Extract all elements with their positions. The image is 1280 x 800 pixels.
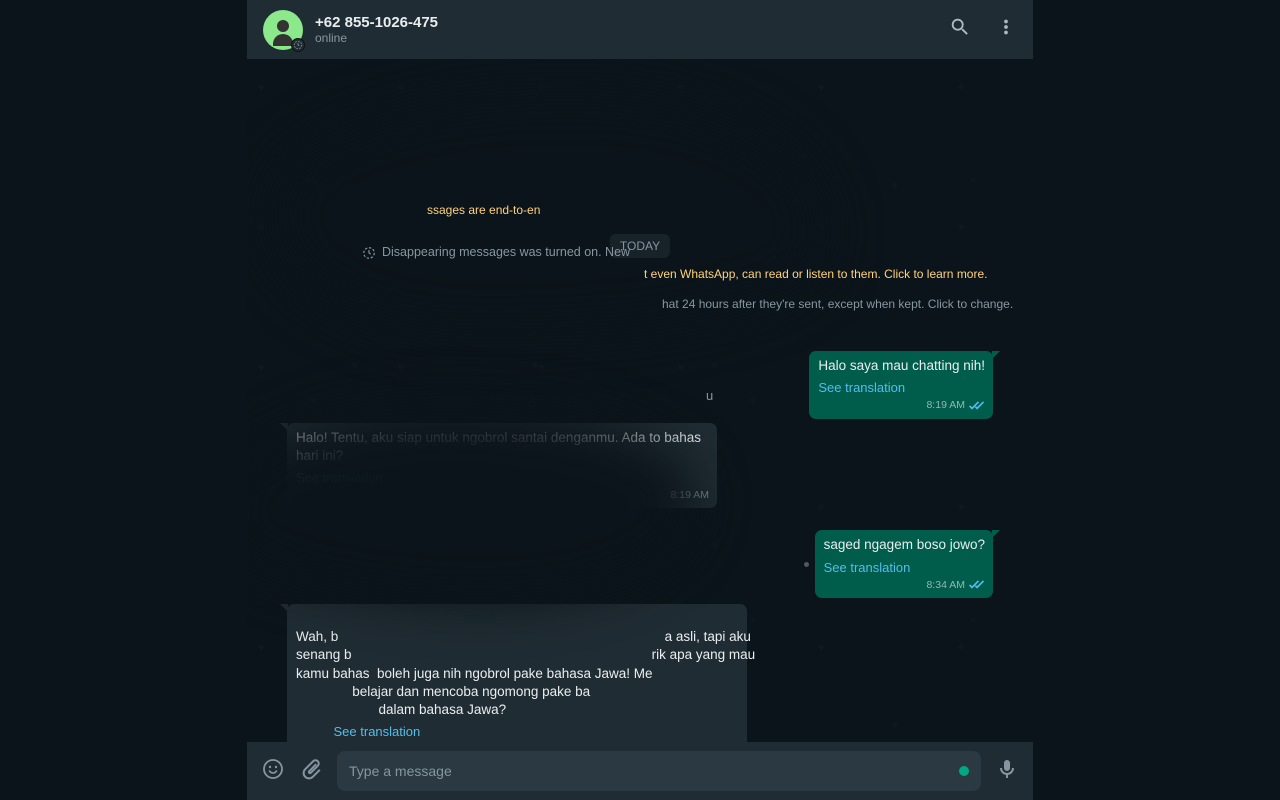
message-input[interactable] bbox=[349, 763, 949, 779]
chat-window: +62 855-1026-475 online placeholder bbox=[247, 0, 1033, 800]
mic-icon[interactable] bbox=[995, 757, 1019, 786]
see-translation-link[interactable]: See translation bbox=[824, 559, 911, 577]
menu-icon[interactable] bbox=[995, 16, 1017, 43]
message-text: Halo! Tentu, aku siap untuk ngobrol sant… bbox=[296, 429, 709, 465]
emoji-icon[interactable] bbox=[261, 757, 285, 786]
message-text: dalam bahasa Jawa? bbox=[296, 702, 506, 717]
read-ticks-icon bbox=[969, 400, 985, 411]
search-icon[interactable] bbox=[949, 16, 971, 43]
attach-icon[interactable] bbox=[299, 757, 323, 786]
message-time: 8:19 AM bbox=[926, 398, 965, 412]
message-text: kamu bahas boleh juga nih ngobrol pake b… bbox=[296, 666, 653, 681]
message-input-container bbox=[337, 751, 981, 791]
contact-info[interactable]: +62 855-1026-475 online bbox=[315, 14, 937, 45]
message-time: 8:19 AM bbox=[670, 488, 709, 502]
chat-footer bbox=[247, 742, 1033, 800]
input-status-dot bbox=[959, 766, 969, 776]
message-out[interactable]: Halo saya mau chatting nih! See translat… bbox=[809, 351, 993, 419]
avatar[interactable] bbox=[263, 10, 303, 50]
message-out[interactable]: saged ngagem boso jowo? See translation … bbox=[815, 530, 993, 598]
date-divider: TODAY bbox=[610, 234, 670, 258]
see-translation-link[interactable]: See translation bbox=[334, 723, 421, 741]
message-in[interactable]: Halo! Tentu, aku siap untuk ngobrol sant… bbox=[287, 423, 717, 509]
message-text: belajar dan mencoba ngomong pake ba bbox=[296, 684, 590, 699]
contact-name: +62 855-1026-475 bbox=[315, 14, 937, 31]
message-in[interactable]: Wah, b a asli, tapi aku senang b ri bbox=[287, 604, 747, 742]
contact-status: online bbox=[315, 31, 937, 45]
read-ticks-icon bbox=[969, 579, 985, 590]
disappearing-badge-icon bbox=[291, 38, 305, 52]
message-text: Wah, b a asli, tapi aku bbox=[296, 629, 751, 644]
message-text: saged ngagem boso jowo? bbox=[824, 536, 985, 554]
see-translation-link[interactable]: See translation bbox=[818, 379, 905, 397]
message-text: Halo saya mau chatting nih! bbox=[818, 357, 985, 375]
chat-body[interactable]: placeholder Halo saya mau chatting nih! … bbox=[247, 59, 1033, 742]
chat-header: +62 855-1026-475 online bbox=[247, 0, 1033, 59]
message-time: 8:34 AM bbox=[926, 578, 965, 592]
see-translation-link[interactable]: See translation bbox=[296, 469, 383, 487]
message-text: senang b rik apa yang mau bbox=[296, 647, 755, 662]
message-lead-marker bbox=[802, 530, 811, 598]
